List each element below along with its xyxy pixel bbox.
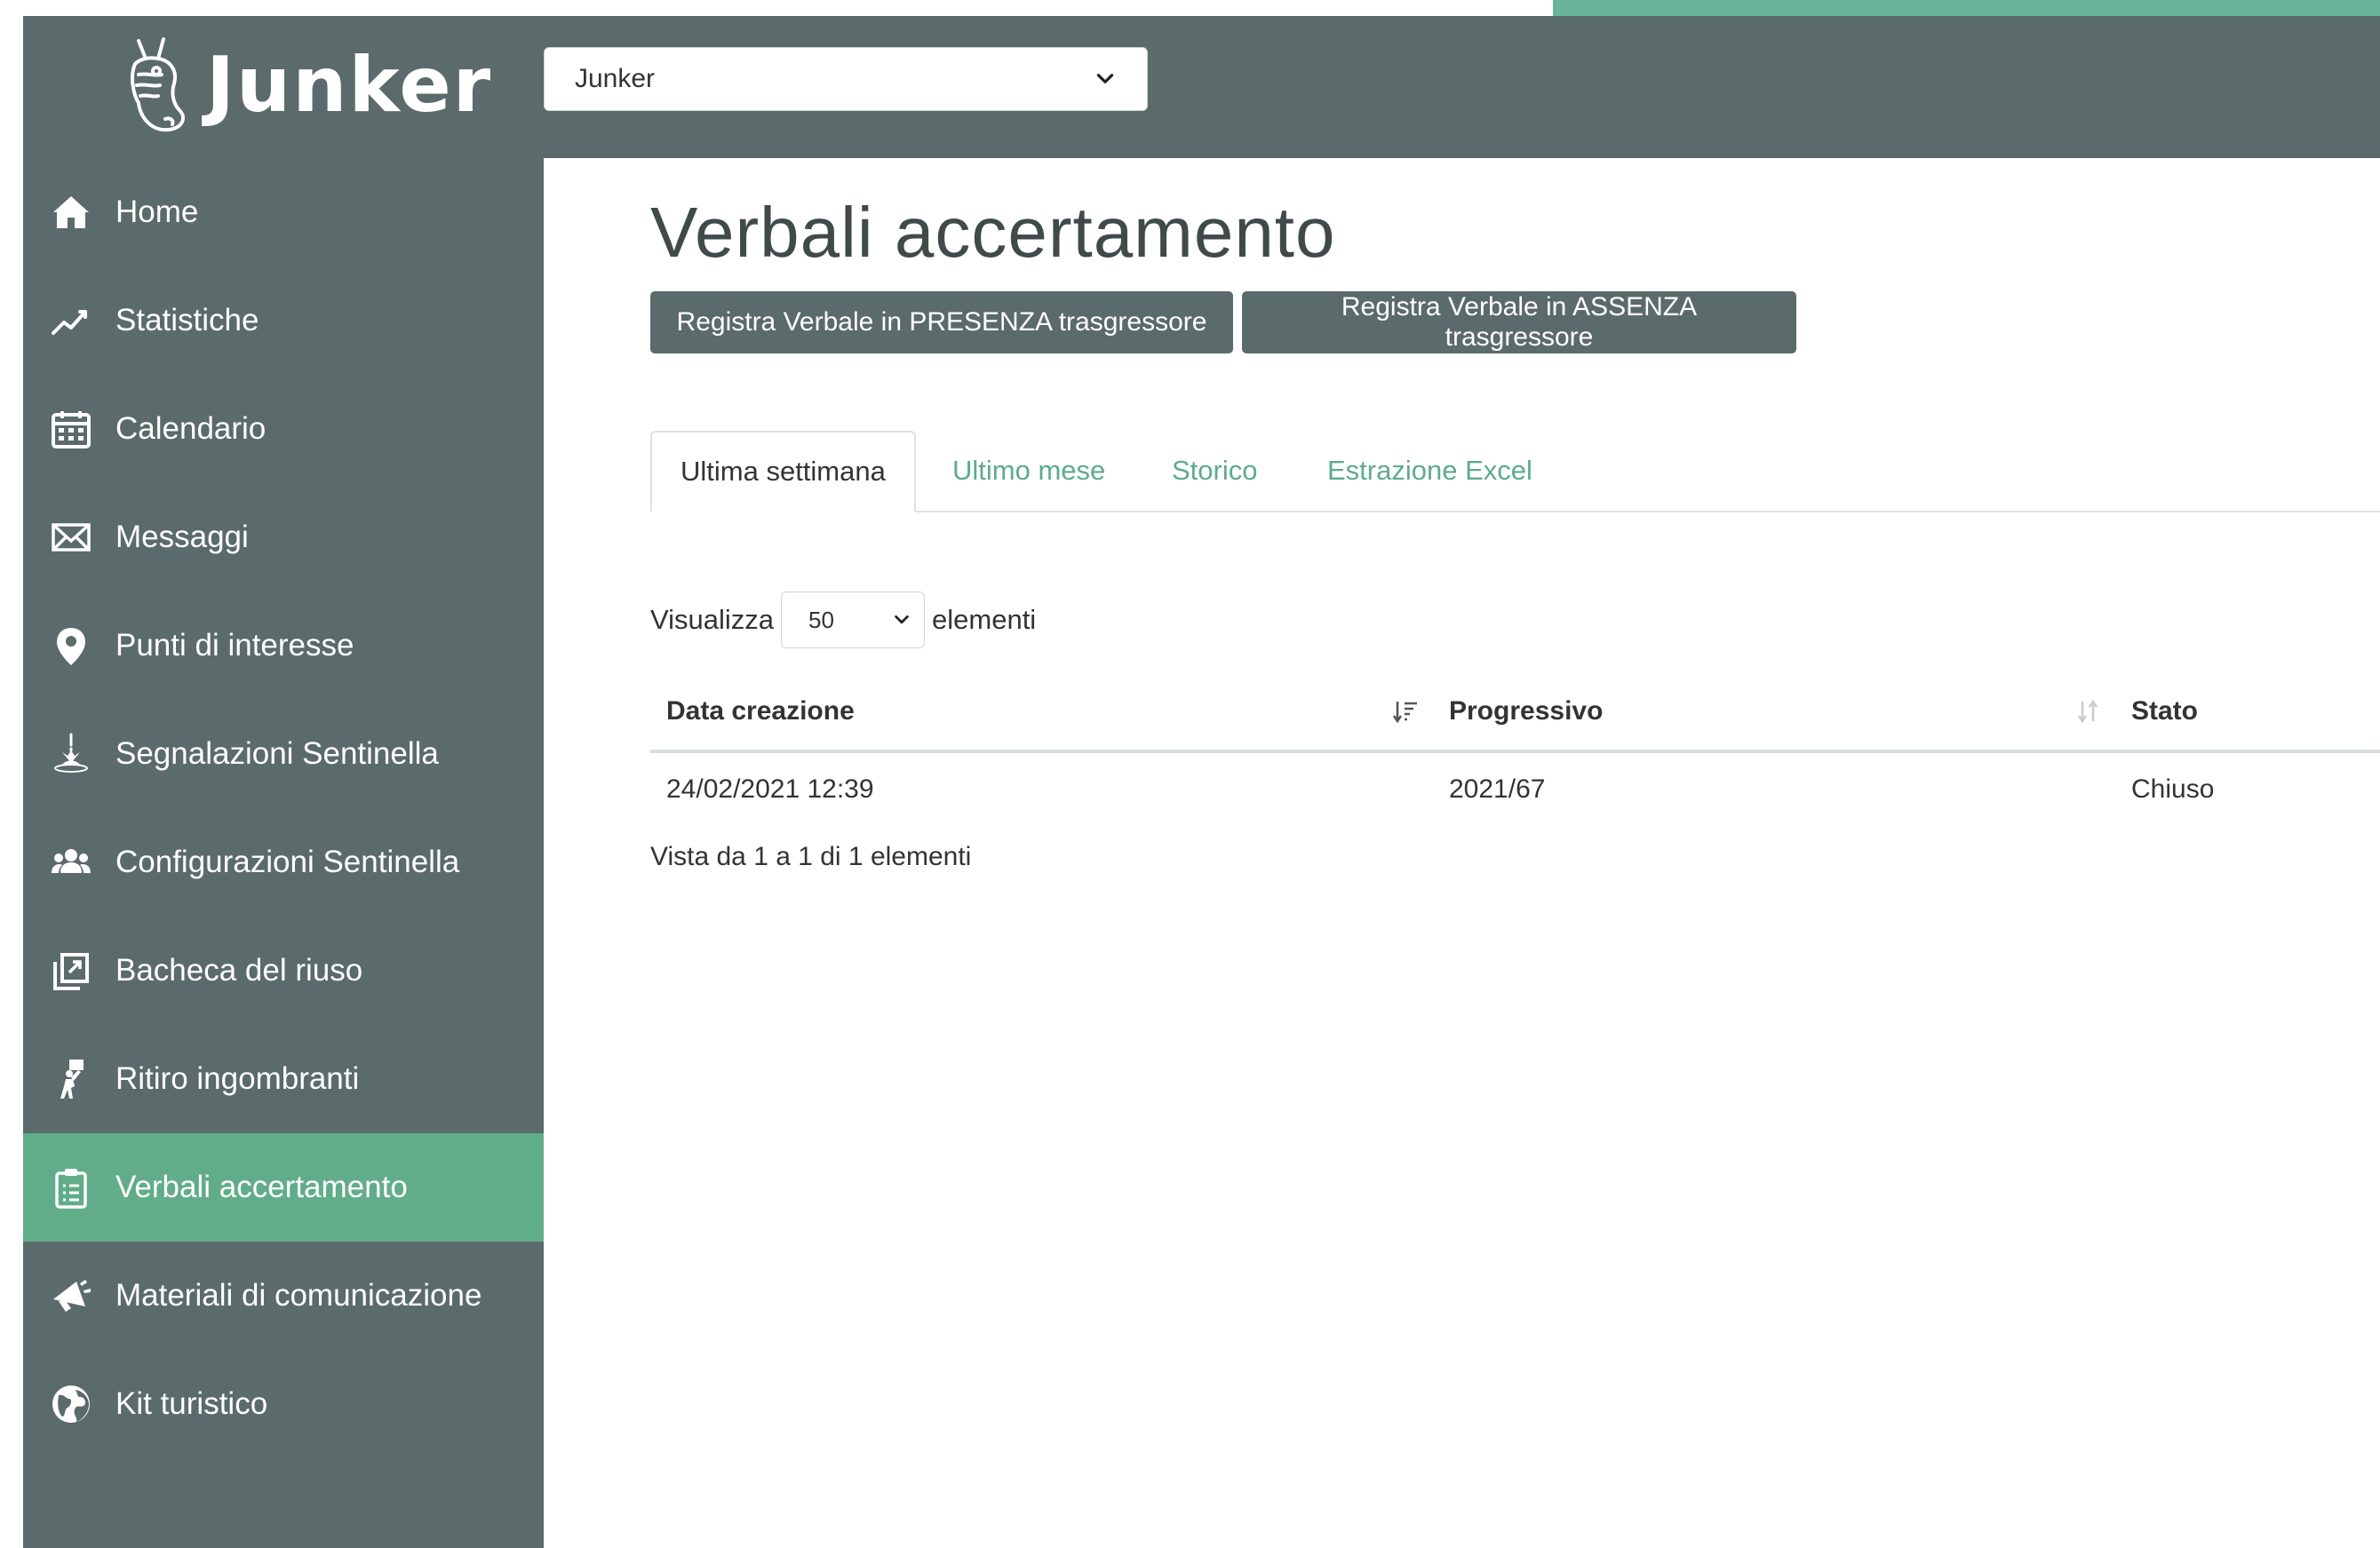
map-pin-icon	[48, 623, 94, 669]
header-bar: Junker Junker	[23, 16, 2380, 158]
organization-select-value: Junker	[575, 64, 656, 93]
sidebar-item-ritiro-ingombranti[interactable]: Ritiro ingombranti	[23, 1025, 544, 1133]
sidebar-item-label: Kit turistico	[115, 1386, 268, 1421]
cell-stato: Chiuso	[2131, 774, 2215, 804]
page-title: Verbali accertamento	[650, 193, 1336, 272]
zebra-mascot-icon	[131, 37, 185, 132]
top-accent-strip	[1553, 0, 2380, 16]
logo[interactable]: Junker	[112, 23, 492, 147]
page-length-suffix: elementi	[932, 604, 1037, 635]
tab-ultima-settimana[interactable]: Ultima settimana	[650, 431, 916, 512]
page-length-control: Visualizza 50 elementi	[650, 591, 1036, 649]
page-length-value: 50	[808, 606, 834, 633]
table-row[interactable]: 24/02/2021 12:39 2021/67 Chiuso	[650, 751, 2380, 826]
envelope-icon	[48, 514, 94, 560]
sidebar-item-label: Statistiche	[115, 303, 259, 337]
sentinel-report-icon	[48, 731, 94, 777]
table-header-row: Data creazione Progressivo Stato	[650, 673, 2380, 753]
verbali-table: Data creazione Progressivo Stato 24/02/2…	[650, 673, 2380, 826]
home-icon	[48, 189, 94, 235]
sidebar-item-label: Ritiro ingombranti	[115, 1061, 360, 1096]
column-header-label: Progressivo	[1449, 696, 1604, 726]
register-assenza-button[interactable]: Registra Verbale in ASSENZA trasgressore	[1242, 291, 1796, 353]
cell-data-creazione: 24/02/2021 12:39	[666, 774, 874, 804]
sidebar-item-label: Verbali accertamento	[115, 1170, 408, 1204]
column-header-progressivo[interactable]: Progressivo	[1433, 673, 2115, 753]
column-header-stato[interactable]: Stato	[2115, 673, 2380, 753]
sidebar-item-punti-di-interesse[interactable]: Punti di interesse	[23, 591, 544, 700]
calendar-icon	[48, 406, 94, 452]
sidebar-item-label: Configurazioni Sentinella	[115, 845, 460, 879]
cell-progressivo: 2021/67	[1449, 774, 1546, 804]
chevron-down-icon	[895, 615, 909, 624]
register-presenza-button[interactable]: Registra Verbale in PRESENZA trasgressor…	[650, 291, 1233, 353]
users-icon	[48, 839, 94, 885]
share-board-icon	[48, 948, 94, 994]
sidebar-item-segnalazioni-sentinella[interactable]: Segnalazioni Sentinella	[23, 700, 544, 808]
tab-bar: Ultima settimana Ultimo mese Storico Est…	[650, 431, 2380, 512]
sidebar-item-label: Segnalazioni Sentinella	[115, 736, 439, 771]
chart-line-icon	[48, 298, 94, 344]
sidebar-item-home[interactable]: Home	[23, 158, 544, 266]
megaphone-icon	[48, 1273, 94, 1319]
person-carrying-icon	[48, 1056, 94, 1102]
sidebar-item-messaggi[interactable]: Messaggi	[23, 483, 544, 591]
globe-icon	[48, 1381, 94, 1427]
table-info: Vista da 1 a 1 di 1 elementi	[650, 842, 972, 871]
tab-storico[interactable]: Storico	[1172, 431, 1257, 511]
page-length-prefix: Visualizza	[650, 604, 775, 635]
sidebar-item-verbali-accertamento[interactable]: Verbali accertamento	[23, 1133, 544, 1242]
sidebar-item-bacheca-del-riuso[interactable]: Bacheca del riuso	[23, 917, 544, 1025]
sidebar-item-statistiche[interactable]: Statistiche	[23, 266, 544, 375]
page-length-select[interactable]: 50	[781, 591, 926, 648]
sidebar-item-label: Materiali di comunicazione	[115, 1278, 482, 1313]
clipboard-list-icon	[48, 1164, 94, 1211]
organization-select[interactable]: Junker	[544, 47, 1148, 111]
sidebar: Home Statistiche Calendario Messaggi Pun…	[23, 158, 544, 1548]
tab-ultimo-mese[interactable]: Ultimo mese	[952, 431, 1105, 511]
sidebar-item-label: Calendario	[115, 411, 267, 446]
column-header-label: Data creazione	[666, 696, 855, 726]
chevron-down-icon	[1096, 74, 1114, 83]
column-header-data-creazione[interactable]: Data creazione	[650, 673, 1433, 753]
logo-text: Junker	[206, 41, 493, 130]
sort-desc-icon	[1392, 702, 1417, 724]
sidebar-item-configurazioni-sentinella[interactable]: Configurazioni Sentinella	[23, 808, 544, 917]
sidebar-item-materiali-di-comunicazione[interactable]: Materiali di comunicazione	[23, 1242, 544, 1350]
sidebar-item-calendario[interactable]: Calendario	[23, 375, 544, 483]
sort-icon	[2077, 699, 2098, 724]
sidebar-item-kit-turistico[interactable]: Kit turistico	[23, 1350, 544, 1458]
column-header-label: Stato	[2131, 696, 2198, 726]
sidebar-item-label: Messaggi	[115, 520, 249, 554]
sidebar-item-label: Bacheca del riuso	[115, 953, 363, 988]
tab-estrazione-excel[interactable]: Estrazione Excel	[1327, 431, 1532, 511]
sidebar-item-label: Punti di interesse	[115, 628, 354, 663]
main-content: Verbali accertamento Registra Verbale in…	[544, 158, 2380, 1548]
sidebar-item-label: Home	[115, 194, 199, 229]
